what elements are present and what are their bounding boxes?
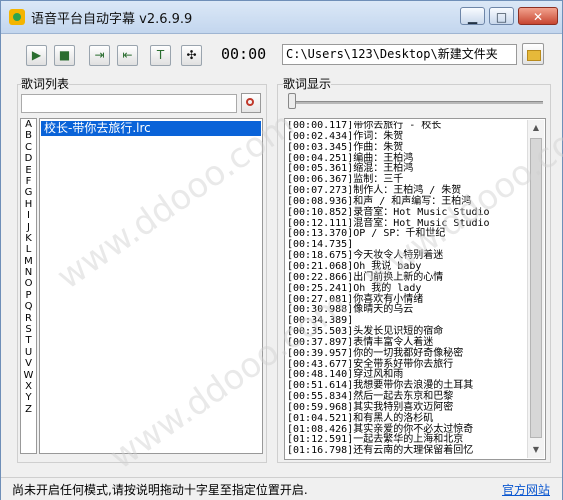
scroll-down-icon[interactable]: ▼ bbox=[528, 442, 544, 458]
search-button[interactable] bbox=[241, 93, 261, 113]
lyric-line: [00:10.852]录音室：Hot Music Studio bbox=[287, 206, 490, 218]
lyric-line: [00:39.957]你的一切我都好奇像秘密 bbox=[287, 347, 464, 359]
letter-o[interactable]: O bbox=[21, 278, 36, 289]
letter-s[interactable]: S bbox=[21, 324, 36, 335]
app-window: 语音平台自动字幕 v2.6.9.9 ▁ □ ✕ ▶ ■ ⇥ ⇤ T ✣ 00:0… bbox=[0, 0, 563, 500]
stop-icon: ■ bbox=[58, 48, 71, 62]
alphabet-index[interactable]: ABCDEFGHIJKLMNOPQRSTUVWXYZ bbox=[20, 118, 37, 454]
import-icon: ⇥ bbox=[94, 48, 105, 62]
lyrics-display[interactable]: [00:00.117]带你去旅行 - 校长 [00:02.434]作词：朱贺 [… bbox=[284, 118, 546, 460]
letter-w[interactable]: W bbox=[21, 370, 36, 381]
letter-k[interactable]: K bbox=[21, 233, 36, 244]
letter-g[interactable]: G bbox=[21, 187, 36, 198]
letter-u[interactable]: U bbox=[21, 347, 36, 358]
letter-m[interactable]: M bbox=[21, 256, 36, 267]
status-text: 尚未开启任何模式,请按说明拖动十字星至指定位置开启. bbox=[12, 483, 308, 497]
letter-x[interactable]: X bbox=[21, 381, 36, 392]
playback-slider-track[interactable] bbox=[290, 101, 543, 104]
letter-i[interactable]: I bbox=[21, 210, 36, 221]
letter-b[interactable]: B bbox=[21, 130, 36, 141]
playback-slider-thumb[interactable] bbox=[288, 93, 296, 109]
lyric-line: [01:16.798]还有云南的大理保留着回忆 bbox=[287, 445, 474, 457]
minimize-button[interactable]: ▁ bbox=[460, 7, 485, 25]
letter-c[interactable]: C bbox=[21, 142, 36, 153]
lyric-line: [00:25.241]Oh 我的 lady bbox=[287, 282, 422, 294]
letter-r[interactable]: R bbox=[21, 313, 36, 324]
search-input[interactable] bbox=[21, 94, 237, 113]
scroll-up-icon[interactable]: ▲ bbox=[528, 120, 544, 136]
text-icon: T bbox=[156, 48, 165, 62]
letter-q[interactable]: Q bbox=[21, 301, 36, 312]
lyrics-display-title: 歌词显示 bbox=[283, 75, 332, 92]
app-icon bbox=[9, 9, 25, 25]
time-display: 00:00 bbox=[221, 45, 267, 63]
close-button[interactable]: ✕ bbox=[518, 7, 558, 25]
text-button[interactable]: T bbox=[150, 45, 171, 66]
letter-e[interactable]: E bbox=[21, 165, 36, 176]
vertical-scrollbar[interactable]: ▲ ▼ bbox=[527, 120, 544, 458]
letter-h[interactable]: H bbox=[21, 199, 36, 210]
lyric-line: [00:03.345]作曲：朱贺 bbox=[287, 141, 404, 153]
title-bar: 语音平台自动字幕 v2.6.9.9 ▁ □ ✕ bbox=[1, 1, 562, 34]
play-icon: ▶ bbox=[31, 48, 42, 62]
lyrics-list-title: 歌词列表 bbox=[21, 75, 70, 92]
browse-folder-button[interactable] bbox=[522, 43, 544, 65]
letter-d[interactable]: D bbox=[21, 153, 36, 164]
letter-y[interactable]: Y bbox=[21, 392, 36, 403]
letter-p[interactable]: P bbox=[21, 290, 36, 301]
official-site-link[interactable]: 官方网站 bbox=[502, 481, 550, 498]
window-title: 语音平台自动字幕 v2.6.9.9 bbox=[31, 12, 193, 27]
letter-n[interactable]: N bbox=[21, 267, 36, 278]
folder-icon bbox=[527, 50, 541, 61]
letter-z[interactable]: Z bbox=[21, 404, 36, 415]
path-field[interactable]: C:\Users\123\Desktop\新建文件夹 bbox=[282, 44, 517, 65]
letter-f[interactable]: F bbox=[21, 176, 36, 187]
scroll-thumb[interactable] bbox=[530, 138, 542, 438]
stop-button[interactable]: ■ bbox=[54, 45, 75, 66]
letter-j[interactable]: J bbox=[21, 222, 36, 233]
list-item[interactable]: 校长-带你去旅行.lrc bbox=[41, 121, 261, 136]
export-button[interactable]: ⇤ bbox=[117, 45, 138, 66]
letter-a[interactable]: A bbox=[21, 119, 36, 130]
move-button[interactable]: ✣ bbox=[181, 45, 202, 66]
play-button[interactable]: ▶ bbox=[26, 45, 47, 66]
export-icon: ⇤ bbox=[122, 48, 133, 62]
maximize-button[interactable]: □ bbox=[489, 7, 514, 25]
lyric-line: [01:04.521]和有黑人的洛杉矶 bbox=[287, 412, 434, 424]
status-bar: 尚未开启任何模式,请按说明拖动十字星至指定位置开启. 官方网站 bbox=[1, 477, 562, 500]
import-button[interactable]: ⇥ bbox=[89, 45, 110, 66]
lyrics-text: [00:00.117]带你去旅行 - 校长 [00:02.434]作词：朱贺 [… bbox=[287, 121, 525, 457]
letter-t[interactable]: T bbox=[21, 335, 36, 346]
lyrics-file-list[interactable]: 校长-带你去旅行.lrc bbox=[39, 118, 263, 454]
letter-l[interactable]: L bbox=[21, 244, 36, 255]
move-icon: ✣ bbox=[186, 48, 197, 62]
letter-v[interactable]: V bbox=[21, 358, 36, 369]
